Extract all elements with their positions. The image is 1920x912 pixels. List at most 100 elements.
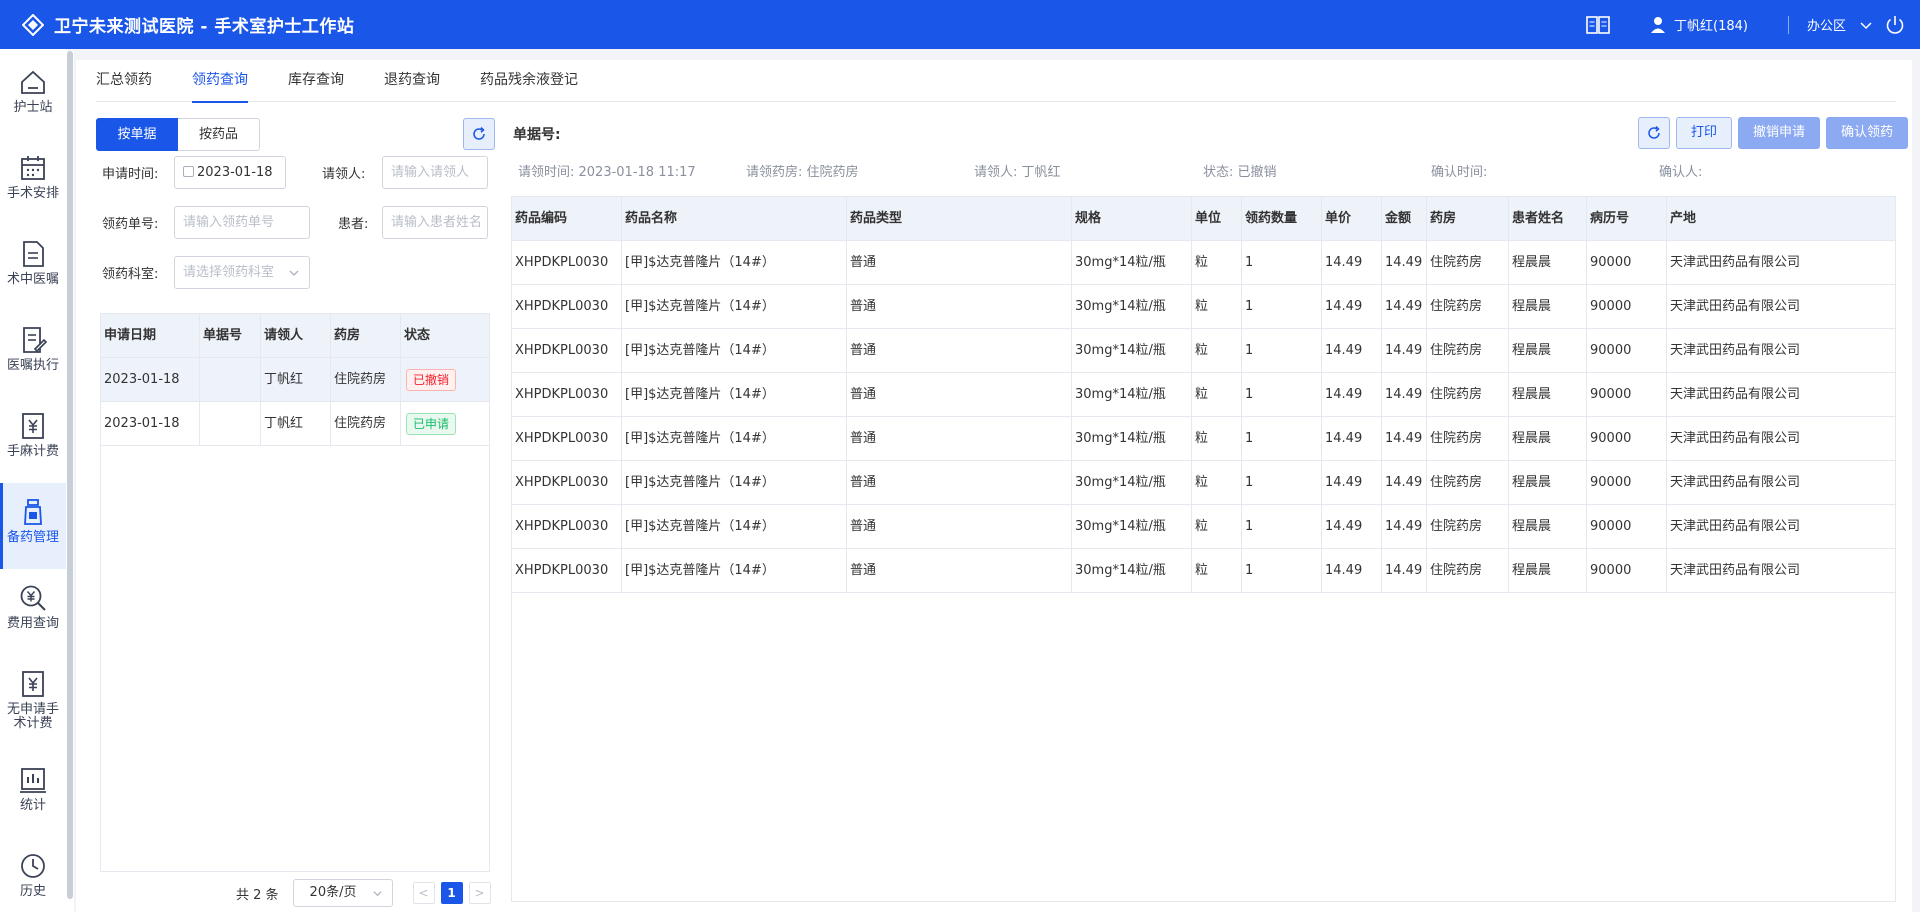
table-cell: 1 — [1242, 549, 1322, 593]
clock-icon — [21, 854, 45, 878]
column-header: 病历号 — [1587, 197, 1667, 241]
table-cell: 30mg*14粒/瓶 — [1072, 417, 1192, 461]
sidebar-item-fee-query[interactable]: 费用查询 — [0, 569, 66, 655]
table-cell: 天津武田药品有限公司 — [1670, 343, 1801, 358]
tab-stock-query[interactable]: 库存查询 — [288, 60, 344, 102]
table-cell: XHPDKPL0030 — [512, 329, 622, 373]
order-no-label: 领药单号: — [102, 217, 159, 232]
app-title: 卫宁未来测试医院 - 手术室护士工作站 — [54, 17, 355, 37]
order-list-table: 申请日期 单据号 请领人 药房 状态 2023-01-18 丁帆红 住院药房 已… — [100, 313, 490, 872]
prev-page-button[interactable]: < — [412, 882, 435, 904]
order-no-input[interactable]: 请输入领药单号 — [174, 206, 310, 239]
action-buttons: 打印 撤销申请 确认领药 — [1632, 117, 1909, 149]
sidebar-item-order-execution[interactable]: 医嘱执行 — [0, 311, 66, 397]
table-cell: 粒 — [1192, 417, 1242, 461]
chevron-down-icon[interactable] — [1860, 19, 1872, 31]
page-size-select[interactable]: 20条/页 — [292, 879, 393, 907]
by-order-button[interactable]: 按单据 — [96, 118, 178, 151]
tab-return-query[interactable]: 退药查询 — [384, 60, 440, 102]
table-header-row: 药品编码 药品名称 药品类型 规格 单位 领药数量 单价 金额 药房 患者姓名 病历号 产地 — [512, 197, 1895, 241]
sidebar-item-history[interactable]: 历史 — [0, 837, 66, 912]
table-row[interactable]: XHPDKPL0030 [甲]$达克普隆片（14#） 普通 30mg*14粒/瓶粒 1 1… — [512, 241, 1895, 285]
medicine-bottle-icon — [24, 499, 42, 525]
dept-select[interactable]: 请选择领药科室 — [174, 256, 310, 289]
power-icon[interactable] — [1884, 14, 1906, 36]
scrollbar-thumb[interactable] — [67, 51, 73, 899]
table-cell: 14.49 — [1382, 241, 1427, 285]
query-mode-toggle: 按单据 按药品 — [96, 118, 260, 151]
yuan-search-icon — [20, 585, 46, 611]
patient-input[interactable]: 请输入患者姓名 — [382, 206, 488, 239]
table-cell: XHPDKPL0030 — [512, 373, 622, 417]
tab-collect-query[interactable]: 领药查询 — [192, 60, 248, 103]
tab-summary-collect[interactable]: 汇总领药 — [96, 60, 152, 102]
table-cell: [甲]$达克普隆片（14#） — [622, 417, 847, 461]
column-header: 患者姓名 — [1509, 197, 1587, 241]
table-cell: 14.49 — [1322, 417, 1382, 461]
sidebar-scrollbar[interactable] — [66, 51, 74, 912]
sidebar-item-medicine-management[interactable]: 备药管理 — [0, 483, 66, 569]
sidebar-item-statistics[interactable]: 统计 — [0, 751, 66, 837]
table-row[interactable]: XHPDKPL0030 [甲]$达克普隆片（14#） 普通 30mg*14粒/瓶粒 1 1… — [512, 285, 1895, 329]
cancel-apply-button[interactable]: 撤销申请 — [1738, 117, 1821, 149]
sidebar-item-surgery-schedule[interactable]: 手术安排 — [0, 139, 66, 225]
table-row[interactable]: XHPDKPL0030 [甲]$达克普隆片（14#） 普通 30mg*14粒/瓶粒 1 1… — [512, 549, 1895, 593]
edit-doc-icon — [23, 327, 48, 353]
confirm-collect-button[interactable]: 确认领药 — [1826, 117, 1909, 149]
current-user[interactable]: 丁帆红(184) — [1674, 15, 1748, 34]
column-header: 规格 — [1072, 197, 1192, 241]
table-cell: 住院药房 — [1427, 285, 1509, 329]
by-drug-button[interactable]: 按药品 — [178, 118, 260, 151]
sidebar-item-anesthesia-billing[interactable]: 手麻计费 — [0, 397, 66, 483]
dept-label: 领药科室: — [102, 267, 159, 282]
sidebar-item-intraop-orders[interactable]: 术中医嘱 — [0, 225, 66, 311]
table-cell: 程晨晨 — [1509, 373, 1587, 417]
table-cell: [甲]$达克普隆片（14#） — [622, 373, 847, 417]
column-header: 单价 — [1322, 197, 1382, 241]
next-page-button[interactable]: > — [468, 882, 491, 904]
patient-label: 患者: — [338, 217, 369, 232]
table-cell: 14.49 — [1322, 505, 1382, 549]
manual-book-icon[interactable] — [1586, 15, 1610, 35]
sidebar-item-nurse-station[interactable]: 护士站 — [0, 53, 66, 139]
work-area-select[interactable]: 办公区 — [1807, 15, 1846, 34]
table-row[interactable]: XHPDKPL0030 [甲]$达克普隆片（14#） 普通 30mg*14粒/瓶粒 1 1… — [512, 329, 1895, 373]
table-row[interactable]: 2023-01-18 丁帆红 住院药房 已申请 — [101, 402, 489, 446]
print-button[interactable]: 打印 — [1676, 117, 1733, 149]
bar-chart-icon — [20, 768, 46, 793]
apply-time-label: 申请时间: — [102, 167, 159, 182]
column-header: 药房 — [1427, 197, 1509, 241]
table-cell: 天津武田药品有限公司 — [1670, 387, 1801, 402]
table-cell: 90000 — [1587, 505, 1667, 549]
table-cell: 14.49 — [1382, 461, 1427, 505]
status-badge: 已撤销 — [406, 368, 457, 391]
table-row[interactable]: XHPDKPL0030 [甲]$达克普隆片（14#） 普通 30mg*14粒/瓶粒 1 1… — [512, 461, 1895, 505]
left-refresh-button[interactable] — [463, 118, 495, 150]
table-cell: 14.49 — [1382, 549, 1427, 593]
table-row[interactable]: XHPDKPL0030 [甲]$达克普隆片（14#） 普通 30mg*14粒/瓶粒 1 1… — [512, 373, 1895, 417]
table-cell: 程晨晨 — [1509, 417, 1587, 461]
page-1-button[interactable]: 1 — [440, 882, 463, 904]
table-cell: 90000 — [1587, 373, 1667, 417]
table-cell: 住院药房 — [1427, 461, 1509, 505]
table-cell: 30mg*14粒/瓶 — [1072, 285, 1192, 329]
receiver-input[interactable]: 请输入请领人 — [382, 156, 488, 189]
table-cell: 普通 — [847, 241, 1072, 285]
table-cell: 90000 — [1587, 417, 1667, 461]
table-cell: 粒 — [1192, 461, 1242, 505]
table-row[interactable]: 2023-01-18 丁帆红 住院药房 已撤销 — [101, 358, 489, 402]
table-row[interactable]: XHPDKPL0030 [甲]$达克普隆片（14#） 普通 30mg*14粒/瓶粒 1 1… — [512, 505, 1895, 549]
table-cell: 30mg*14粒/瓶 — [1072, 241, 1192, 285]
yuan-doc-icon — [22, 671, 44, 697]
table-cell: [甲]$达克普隆片（14#） — [622, 461, 847, 505]
table-cell: 30mg*14粒/瓶 — [1072, 373, 1192, 417]
table-cell: 14.49 — [1322, 373, 1382, 417]
table-row[interactable]: XHPDKPL0030 [甲]$达克普隆片（14#） 普通 30mg*14粒/瓶粒 1 1… — [512, 417, 1895, 461]
sidebar-item-no-apply-billing[interactable]: 无申请手术计费 — [0, 655, 66, 751]
header-divider — [1787, 15, 1789, 34]
column-header: 产地 — [1670, 211, 1697, 226]
apply-time-input[interactable]: 2023-01-18 — [174, 156, 286, 189]
right-refresh-button[interactable] — [1638, 117, 1670, 149]
table-cell: 1 — [1242, 505, 1322, 549]
tab-residual-register[interactable]: 药品残余液登记 — [480, 60, 578, 102]
